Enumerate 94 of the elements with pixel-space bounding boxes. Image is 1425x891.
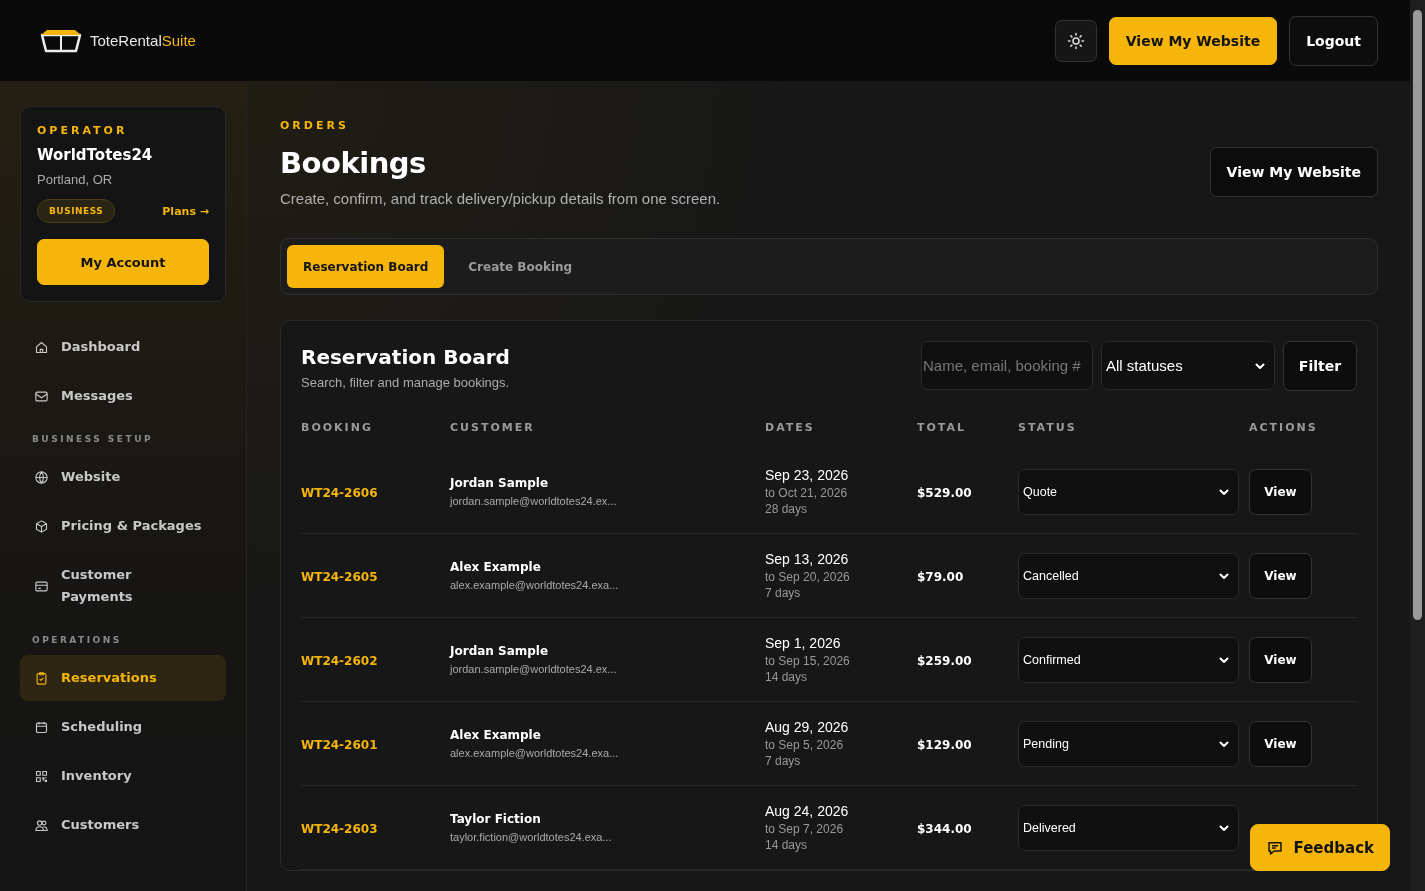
end-date: to Oct 21, 2026 [765,486,849,500]
sidebar-item[interactable]: Pricing & Packages [20,503,226,549]
column-header: CUSTOMER [450,421,535,434]
board-subtitle: Search, filter and manage bookings. [301,375,510,390]
logout-button[interactable]: Logout [1289,15,1378,66]
customer-name: Taylor Fiction [450,812,542,826]
calendar-icon [34,719,49,735]
feedback-button[interactable]: Feedback [1249,824,1390,871]
start-date: Aug 29, 2026 [765,719,850,735]
column-header: BOOKING [301,421,373,434]
sidebar-item[interactable]: Dashboard [20,324,226,370]
duration: 14 days [765,670,809,684]
tab[interactable]: Reservation Board [287,245,445,288]
view-website-button[interactable]: View My Website [1108,16,1278,65]
card-icon [34,578,49,594]
status-dropdown[interactable]: Cancelled [1018,552,1239,599]
status-dropdown[interactable]: Confirmed [1018,636,1239,683]
plans-link[interactable]: Plans → [162,204,209,218]
tab[interactable]: Create Booking [452,245,589,288]
customer-email: alex.example@worldtotes24.exa... [450,579,620,591]
sidebar-item[interactable]: Inventory [20,753,226,799]
start-date: Sep 13, 2026 [765,551,850,567]
sun-icon [1066,31,1085,50]
customer-name: Jordan Sample [450,476,550,490]
scrollbar[interactable] [1410,0,1425,891]
sidebar-item[interactable]: Website [20,454,226,500]
home-icon [34,339,49,355]
customer-email: alex.example@worldtotes24.exa... [450,747,620,759]
sidebar-item[interactable]: Customers [20,802,226,848]
brand-name: ToteRentalSuite [90,32,196,49]
column-header: TOTAL [917,421,967,434]
total-amount: $259.00 [917,653,972,668]
total-amount: $529.00 [917,485,972,500]
operator-location: Portland, OR [37,172,114,187]
section-heading: OPERATIONS [31,634,123,647]
view-button[interactable]: View [1249,468,1312,515]
customer-name: Jordan Sample [450,644,550,658]
view-button[interactable]: View [1249,636,1312,683]
view-website-button[interactable]: View My Website [1209,147,1378,197]
total-amount: $129.00 [917,737,972,752]
view-button[interactable]: View [1249,720,1312,767]
status-dropdown[interactable]: Pending [1018,720,1239,767]
end-date: to Sep 20, 2026 [765,570,851,584]
operator-label: OPERATOR [37,124,129,137]
page-title: Bookings [280,146,427,180]
total-amount: $79.00 [917,569,964,584]
end-date: to Sep 5, 2026 [765,738,845,752]
page-subtitle: Create, confirm, and track delivery/pickup details from one screen. [280,190,721,207]
column-header: ACTIONS [1249,421,1318,434]
duration: 14 days [765,838,809,852]
sidebar-item[interactable]: Scheduling [20,704,226,750]
start-date: Sep 23, 2026 [765,467,850,483]
status-filter-dropdown[interactable]: All statuses [1101,341,1275,390]
total-amount: $344.00 [917,821,972,836]
end-date: to Sep 7, 2026 [765,822,845,836]
qr-code-icon [34,768,49,784]
clipboard-icon [34,670,49,686]
customer-email: taylor.fiction@worldtotes24.exa... [450,831,613,843]
booking-id-link[interactable]: WT24-2605 [301,569,378,584]
users-icon [34,817,49,833]
start-date: Sep 1, 2026 [765,635,842,651]
end-date: to Sep 15, 2026 [765,654,851,668]
operator-name: WorldTotes24 [37,146,154,164]
customer-name: Alex Example [450,728,542,742]
theme-toggle-button[interactable] [1054,19,1097,62]
column-header: STATUS [1018,421,1077,434]
globe-icon [34,469,49,485]
booking-id-link[interactable]: WT24-2606 [301,485,378,500]
status-dropdown[interactable]: Quote [1018,468,1239,515]
duration: 7 days [765,754,802,768]
customer-email: jordan.sample@worldtotes24.ex... [450,495,618,507]
customer-email: jordan.sample@worldtotes24.ex... [450,663,618,675]
mail-icon [34,388,49,404]
my-account-button[interactable]: My Account [37,239,209,285]
status-dropdown[interactable]: Delivered [1018,804,1239,851]
plan-badge: BUSINESS [37,199,116,223]
filter-button[interactable]: Filter [1283,341,1357,391]
sidebar-item[interactable]: Reservations [20,655,226,701]
booking-id-link[interactable]: WT24-2602 [301,653,378,668]
duration: 7 days [765,586,802,600]
booking-id-link[interactable]: WT24-2603 [301,821,378,836]
duration: 28 days [765,502,809,516]
column-header: DATES [765,421,815,434]
search-field[interactable]: Name, email, booking # [921,341,1093,390]
view-button[interactable]: View [1249,552,1312,599]
cube-icon [34,518,49,534]
page-eyebrow: ORDERS [280,119,350,132]
customer-name: Alex Example [450,560,542,574]
sidebar-item[interactable]: Messages [20,373,226,419]
board-title: Reservation Board [301,345,510,369]
section-heading: BUSINESS SETUP [31,433,155,446]
booking-id-link[interactable]: WT24-2601 [301,737,378,752]
start-date: Aug 24, 2026 [765,803,850,819]
sidebar-item[interactable]: Customer Payments [20,552,226,620]
